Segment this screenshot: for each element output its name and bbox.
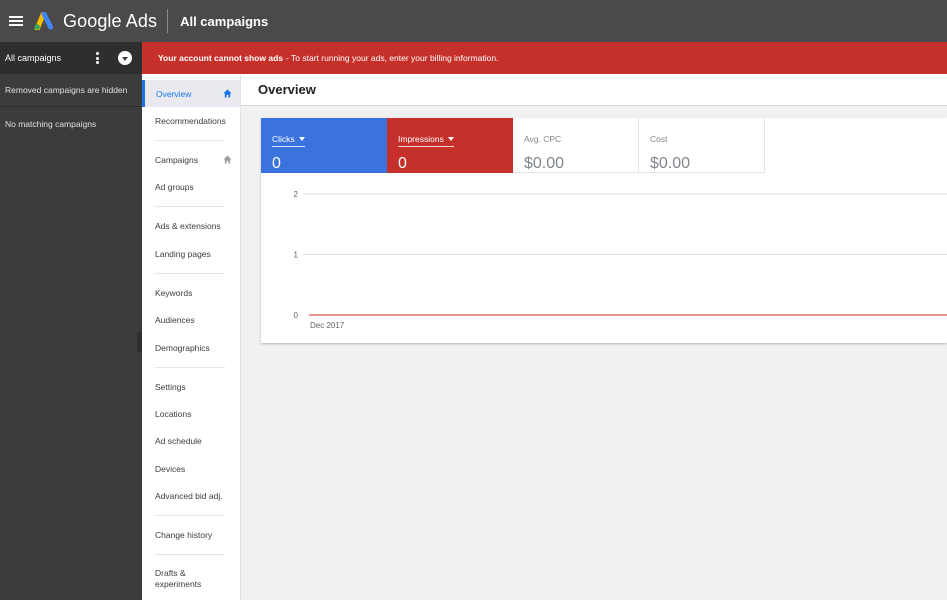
nav-label: Ads & extensions [155, 220, 221, 231]
nav-label: Devices [155, 463, 186, 474]
nav-devices[interactable]: Devices [142, 455, 240, 482]
nav-label: Audiences [155, 314, 195, 325]
metric-label: Cost [650, 134, 668, 144]
nav-drafts-experiments[interactable]: Drafts & experiments [142, 566, 240, 594]
nav-settings[interactable]: Settings [142, 373, 240, 400]
removed-campaigns-notice: Removed campaigns are hidden [0, 74, 142, 107]
top-bar: Google Ads All campaigns [0, 0, 947, 42]
nav-label: Campaigns [155, 154, 198, 165]
nav-label: Settings [155, 381, 186, 392]
performance-card: Clicks 0 Impressions 0 Avg. CPC $0.00 Co… [261, 118, 947, 343]
header-divider [167, 9, 169, 33]
nav-divider [155, 367, 225, 368]
more-vert-icon[interactable] [95, 52, 99, 64]
no-matching-campaigns: No matching campaigns [5, 118, 97, 129]
overview-header: Overview [241, 74, 947, 106]
dropdown-circle-icon[interactable] [118, 51, 132, 65]
nav-label: Locations [155, 408, 192, 419]
nav-divider [155, 554, 225, 555]
nav-audiences[interactable]: Audiences [142, 306, 240, 333]
y-tick-label: 2 [294, 190, 299, 199]
campaign-tree-panel: All campaigns Removed campaigns are hidd… [0, 42, 142, 600]
nav-keywords[interactable]: Keywords [142, 279, 240, 306]
x-tick-label: Dec 2017 [310, 321, 345, 330]
nav-label: Demographics [155, 342, 210, 353]
nav-demographics[interactable]: Demographics [142, 334, 240, 361]
metric-value: $0.00 [524, 155, 565, 172]
metric-label: Avg. CPC [524, 134, 562, 144]
nav-label: Advanced bid adj. [155, 490, 223, 501]
metric-selector[interactable]: Clicks [272, 134, 305, 147]
nav-overview[interactable]: Overview [142, 80, 240, 107]
alert-title: Your account cannot show ads [158, 53, 283, 63]
nav-label: Drafts & [155, 568, 186, 578]
nav-divider [155, 273, 225, 274]
google-ads-logo [34, 12, 54, 30]
y-tick-label: 1 [294, 251, 299, 260]
billing-alert: Your account cannot show ads - To start … [142, 42, 947, 74]
home-icon [223, 155, 232, 164]
nav-change-history[interactable]: Change history [142, 521, 240, 548]
performance-chart: 2 1 0 Dec 2017 [294, 190, 947, 330]
nav-label: Overview [156, 88, 192, 99]
nav-divider [155, 140, 225, 141]
caret-down-icon [298, 137, 305, 141]
nav-ads-extensions[interactable]: Ads & extensions [142, 212, 240, 239]
nav-label: Landing pages [155, 248, 211, 259]
page-title: All campaigns [180, 13, 269, 29]
overview-title: Overview [258, 82, 316, 97]
y-tick-label: 0 [294, 311, 299, 320]
nav-ad-schedule[interactable]: Ad schedule [142, 427, 240, 454]
nav-advanced-bid-adj[interactable]: Advanced bid adj. [142, 482, 240, 509]
hamburger-icon[interactable] [9, 16, 23, 26]
nav-divider [155, 206, 225, 207]
metric-impressions[interactable]: Impressions 0 [387, 118, 513, 173]
metric-value: 0 [272, 155, 281, 172]
nav-label: Ad schedule [155, 435, 202, 446]
nav-label: Change history [155, 529, 213, 540]
brand-name: Google Ads [63, 10, 158, 31]
page-menu: Overview Recommendations Campaigns Ad gr… [142, 74, 241, 600]
nav-label: Keywords [155, 287, 193, 298]
nav-landing-pages[interactable]: Landing pages [142, 240, 240, 267]
campaign-tree-header: All campaigns [0, 42, 142, 74]
nav-ad-groups[interactable]: Ad groups [142, 173, 240, 200]
nav-locations[interactable]: Locations [142, 400, 240, 427]
caret-down-icon [447, 137, 454, 141]
home-icon [223, 89, 232, 98]
metric-label: Clicks [272, 134, 295, 144]
metric-clicks[interactable]: Clicks 0 [261, 118, 387, 173]
metric-value: 0 [398, 155, 407, 172]
metric-selector[interactable]: Impressions [398, 134, 454, 147]
nav-label: Recommendations [155, 115, 226, 126]
metric-cost[interactable]: Cost $0.00 [639, 118, 765, 173]
alert-text[interactable]: - To start running your ads, enter your … [286, 53, 498, 63]
nav-label: experiments [155, 579, 202, 589]
metric-value: $0.00 [650, 155, 691, 172]
metric-avg-cpc[interactable]: Avg. CPC $0.00 [513, 118, 639, 173]
nav-campaigns[interactable]: Campaigns [142, 146, 240, 173]
nav-divider [155, 515, 225, 516]
metric-label: Impressions [398, 134, 444, 144]
nav-recommendations[interactable]: Recommendations [142, 107, 240, 134]
nav-label: Ad groups [155, 181, 194, 192]
campaign-tree-title[interactable]: All campaigns [5, 53, 61, 63]
